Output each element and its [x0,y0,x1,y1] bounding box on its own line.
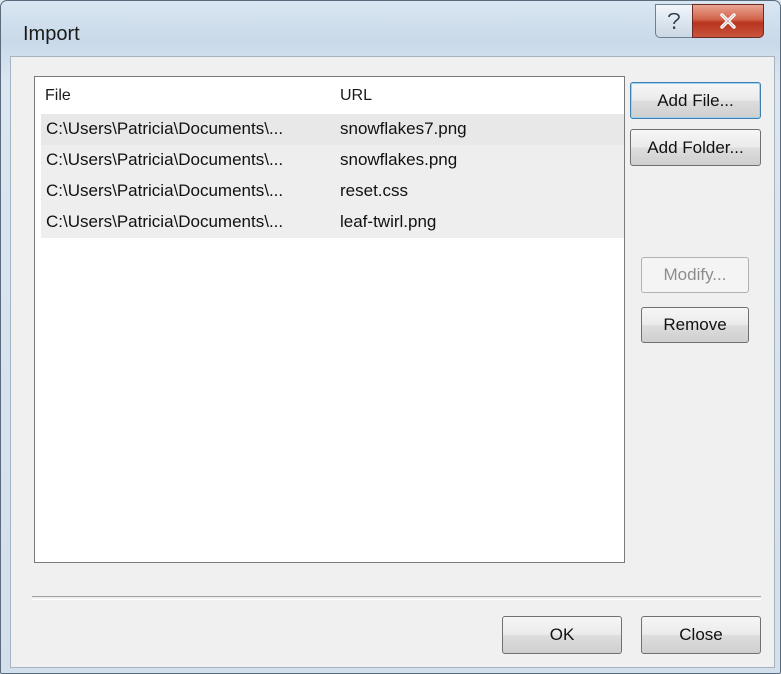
help-icon [668,12,680,29]
column-header-url[interactable]: URL [340,87,372,105]
file-path: C:\Users\Patricia\Documents\... [46,119,284,138]
close-icon [720,13,736,29]
help-button[interactable] [655,4,693,38]
file-path: C:\Users\Patricia\Documents\... [46,150,284,169]
import-dialog: Import File URL C:\Users\Patricia\Docume… [0,0,781,674]
file-url: snowflakes.png [340,150,458,169]
window-title: Import [23,23,80,45]
file-path: C:\Users\Patricia\Documents\... [46,212,284,231]
list-item[interactable]: C:\Users\Patricia\Documents\... leaf-twi… [41,207,624,238]
file-path: C:\Users\Patricia\Documents\... [46,181,284,200]
ok-button[interactable]: OK [502,616,622,654]
file-url: reset.css [340,181,409,200]
list-rows: C:\Users\Patricia\Documents\... snowflak… [41,114,624,238]
close-button[interactable]: Close [641,616,761,654]
title-bar[interactable]: Import [1,1,780,51]
file-url: leaf-twirl.png [340,212,437,231]
list-item[interactable]: C:\Users\Patricia\Documents\... reset.cs… [41,176,624,207]
list-item[interactable]: C:\Users\Patricia\Documents\... snowflak… [41,145,624,176]
close-window-button[interactable] [692,4,764,38]
remove-button[interactable]: Remove [641,307,749,343]
add-folder-button[interactable]: Add Folder... [630,129,761,166]
list-item[interactable]: C:\Users\Patricia\Documents\... snowflak… [41,114,624,145]
import-file-list[interactable]: File URL C:\Users\Patricia\Documents\...… [34,76,625,563]
column-header-file[interactable]: File [45,87,71,105]
footer-separator [32,596,761,600]
list-header: File URL [35,77,624,111]
file-url: snowflakes7.png [340,119,467,138]
modify-button[interactable]: Modify... [641,257,749,293]
dialog-body: File URL C:\Users\Patricia\Documents\...… [10,56,775,668]
add-file-button[interactable]: Add File... [630,82,761,119]
